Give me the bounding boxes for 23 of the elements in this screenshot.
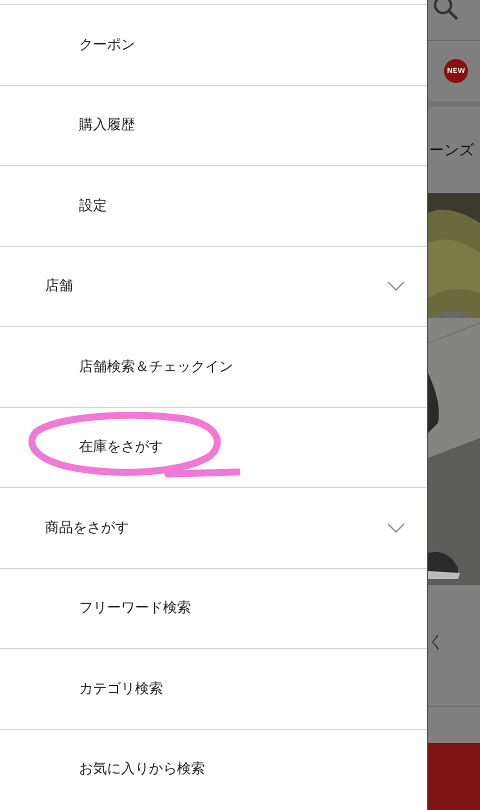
menu-item-label: お気に入りから検索 — [79, 760, 205, 778]
menu-item-label: クーポン — [79, 36, 135, 54]
menu-item[interactable]: クーポン — [0, 4, 427, 84]
menu-item[interactable]: 店舗検索＆チェックイン — [0, 326, 427, 406]
menu-item-label: 在庫をさがす — [79, 438, 163, 456]
menu-item-label: 店舗 — [45, 277, 73, 296]
menu-item[interactable]: 購入履歴 — [0, 84, 427, 165]
menu-item[interactable]: 在庫をさがす — [0, 406, 427, 487]
menu-item-label: 店舗検索＆チェックイン — [79, 358, 233, 376]
menu-item[interactable]: お気に入りから検索 — [0, 728, 427, 809]
menu-item[interactable]: 商品をさがす — [0, 487, 427, 568]
menu-item[interactable]: カテゴリ検索 — [0, 648, 427, 728]
menu-item-label: 商品をさがす — [45, 518, 129, 537]
menu-item-label: 設定 — [79, 196, 107, 215]
menu-item-label: カテゴリ検索 — [79, 680, 163, 698]
menu-item[interactable]: 設定 — [0, 165, 427, 246]
footer-bar — [428, 743, 480, 810]
menu-item-label: 購入履歴 — [79, 116, 135, 134]
menu-item[interactable]: 店舗 — [0, 246, 427, 326]
menu-item[interactable]: フリーワード検索 — [0, 568, 427, 648]
caption-text: く — [428, 632, 444, 653]
section-heading: ーンズ — [429, 140, 474, 160]
menu-item-label: フリーワード検索 — [79, 599, 191, 618]
